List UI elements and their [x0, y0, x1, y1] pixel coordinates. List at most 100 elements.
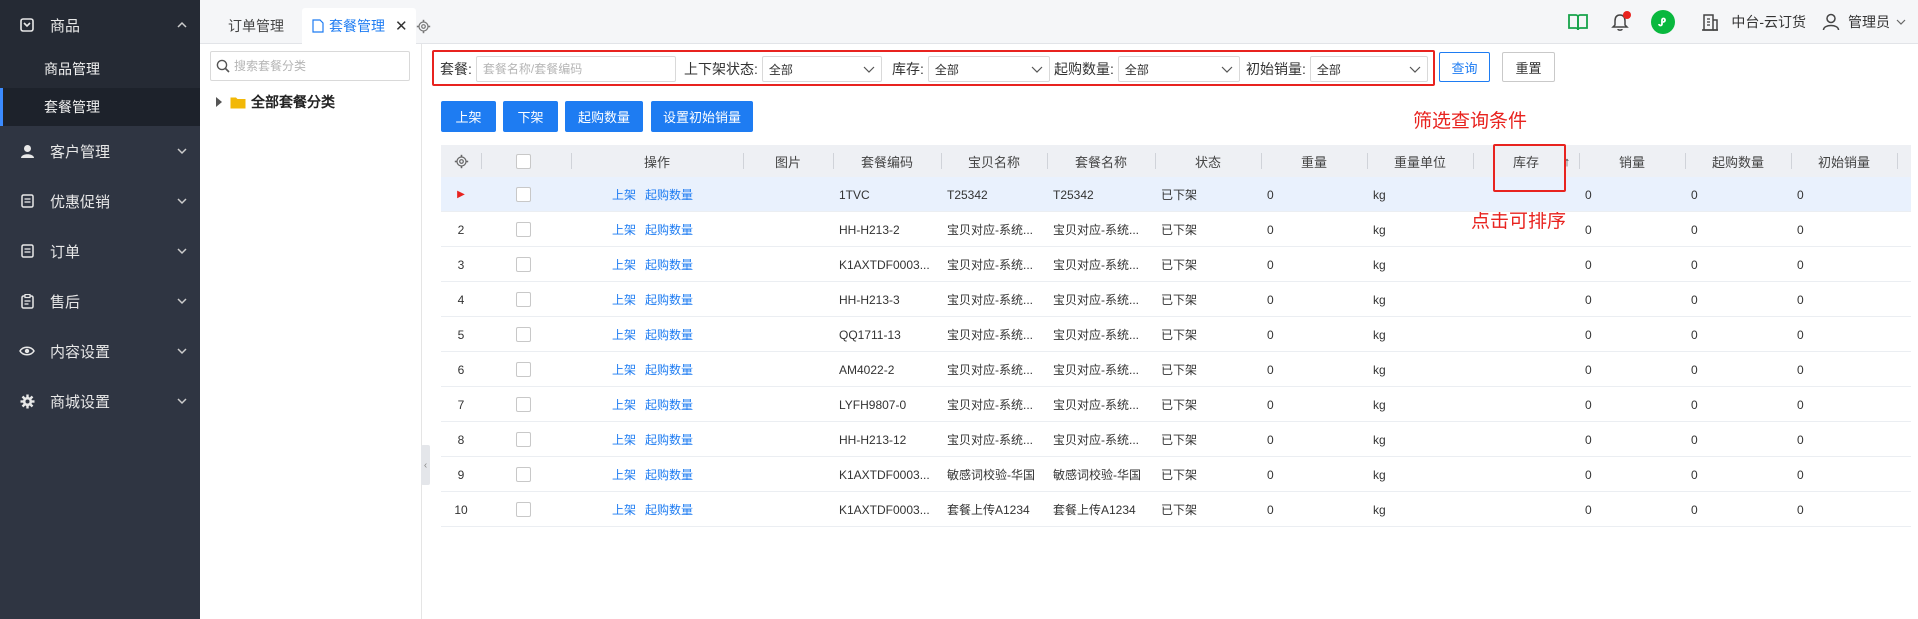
row-actions: 上架 起购数量 [571, 457, 743, 492]
table-row[interactable]: 3 上架 起购数量 K1AXTDF0003... 宝贝对应-系统... 宝贝对应-系统..… [441, 247, 1911, 282]
row-list-on-shelf-link[interactable]: 上架 [612, 221, 636, 238]
table-row[interactable]: 2 上架 起购数量 HH-H213-2 宝贝对应-系统... 宝贝对应-系统... 已下架 0… [441, 212, 1911, 247]
cell-unit: kg [1373, 292, 1386, 307]
cell-code: HH-H213-3 [839, 292, 900, 307]
reset-button[interactable]: 重置 [1502, 52, 1555, 82]
tree-node-all-categories[interactable]: 全部套餐分类 [216, 92, 335, 112]
package-search-field[interactable] [475, 56, 676, 82]
row-list-on-shelf-link[interactable]: 上架 [612, 326, 636, 343]
list-off-shelf-button[interactable]: 下架 [503, 101, 558, 132]
row-list-on-shelf-link[interactable]: 上架 [612, 291, 636, 308]
panel-collapse-handle[interactable]: ‹ [421, 445, 430, 485]
notification-bell-icon[interactable] [1611, 10, 1632, 32]
category-search-field[interactable] [210, 51, 410, 81]
column-header-initial-sales[interactable]: 初始销量 [1791, 145, 1897, 177]
column-header-sales[interactable]: 销量 [1579, 145, 1685, 177]
cell-min-qty: 0 [1691, 222, 1698, 237]
column-header-package-code[interactable]: 套餐编码 [833, 145, 941, 177]
list-on-shelf-button[interactable]: 上架 [441, 101, 496, 132]
row-min-qty-link[interactable]: 起购数量 [645, 221, 693, 238]
cell-init-sales: 0 [1797, 502, 1804, 517]
sidebar-group-mall-settings[interactable]: 商城设置 [0, 376, 200, 426]
row-checkbox-cell [481, 352, 565, 387]
row-min-qty-link[interactable]: 起购数量 [645, 186, 693, 203]
wechat-miniprogram-icon[interactable] [1651, 10, 1676, 34]
cell-item-name: 宝贝对应-系统... [947, 328, 1033, 342]
row-min-qty-link[interactable]: 起购数量 [645, 501, 693, 518]
table-row[interactable]: 7 上架 起购数量 LYFH9807-0 宝贝对应-系统... 宝贝对应-系统... 已下架… [441, 387, 1911, 422]
row-min-qty-link[interactable]: 起购数量 [645, 291, 693, 308]
table-row[interactable]: 5 上架 起购数量 QQ1711-13 宝贝对应-系统... 宝贝对应-系统... 已下架 0… [441, 317, 1911, 352]
sidebar-group-aftersale[interactable]: 售后 [0, 276, 200, 326]
set-initial-sales-button[interactable]: 设置初始销量 [651, 101, 753, 132]
row-checkbox[interactable] [515, 397, 531, 412]
status-select[interactable]: 全部 [761, 56, 882, 82]
row-checkbox[interactable] [515, 222, 531, 237]
row-min-qty-link[interactable]: 起购数量 [645, 431, 693, 448]
row-checkbox[interactable] [515, 362, 531, 377]
store-switch[interactable]: 中台-云订货 [1701, 12, 1806, 32]
column-header-weight[interactable]: 重量 [1261, 145, 1367, 177]
row-list-on-shelf-link[interactable]: 上架 [612, 501, 636, 518]
column-header-status[interactable]: 状态 [1155, 145, 1261, 177]
sidebar-item-package-management[interactable]: 套餐管理 [0, 88, 200, 126]
column-settings-icon[interactable] [441, 145, 481, 177]
select-all-checkbox-cell [481, 145, 565, 177]
column-header-weight-unit[interactable]: 重量单位 [1367, 145, 1473, 177]
tab-order-management[interactable]: 订单管理 [218, 8, 294, 44]
row-min-qty-link[interactable]: 起购数量 [645, 256, 693, 273]
table-row[interactable]: 6 上架 起购数量 AM4022-2 宝贝对应-系统... 宝贝对应-系统... 已下架 0 k… [441, 352, 1911, 387]
row-min-qty-link[interactable]: 起购数量 [645, 466, 693, 483]
row-list-on-shelf-link[interactable]: 上架 [612, 396, 636, 413]
min-qty-select[interactable]: 全部 [1117, 56, 1240, 82]
row-checkbox[interactable] [515, 502, 531, 517]
init-sales-select[interactable]: 全部 [1309, 56, 1428, 82]
sidebar-group-customers[interactable]: 客户管理 [0, 126, 200, 176]
row-index: 2 [457, 222, 465, 237]
table-row[interactable]: 10 上架 起购数量 K1AXTDF0003... 套餐上传A1234 套餐上传A1234… [441, 492, 1911, 527]
tree-node-label: 全部套餐分类 [251, 94, 335, 110]
row-checkbox[interactable] [515, 467, 531, 482]
row-checkbox[interactable] [515, 292, 531, 307]
sidebar-group-orders[interactable]: 订单 [0, 226, 200, 276]
sidebar-group-promotions[interactable]: 优惠促销 [0, 176, 200, 226]
sidebar-item-product-management[interactable]: 商品管理 [0, 50, 200, 88]
row-checkbox[interactable] [515, 327, 531, 342]
tab-package-management[interactable]: 套餐管理 ✕ [302, 8, 416, 44]
table-row[interactable]: ▶ 上架 起购数量 1TVC T25342 T25342 已下架 0 kg 0 0 0 [441, 177, 1911, 212]
category-search-input[interactable] [234, 59, 404, 73]
column-header-min-qty[interactable]: 起购数量 [1685, 145, 1791, 177]
column-header-package-name[interactable]: 套餐名称 [1047, 145, 1155, 177]
user-name: 管理员 [1848, 14, 1890, 30]
stock-select[interactable]: 全部 [927, 56, 1050, 82]
row-min-qty-link[interactable]: 起购数量 [645, 396, 693, 413]
row-list-on-shelf-link[interactable]: 上架 [612, 431, 636, 448]
row-list-on-shelf-link[interactable]: 上架 [612, 256, 636, 273]
row-checkbox[interactable] [515, 257, 531, 272]
cell-code: HH-H213-2 [839, 222, 900, 237]
close-icon[interactable]: ✕ [395, 17, 408, 35]
guide-book-icon[interactable] [1567, 12, 1589, 32]
package-search-input[interactable] [482, 62, 675, 76]
set-min-qty-button[interactable]: 起购数量 [565, 101, 643, 132]
row-list-on-shelf-link[interactable]: 上架 [612, 361, 636, 378]
cell-status: 已下架 [1161, 223, 1198, 237]
column-header-item-name[interactable]: 宝贝名称 [941, 145, 1047, 177]
table-row[interactable]: 9 上架 起购数量 K1AXTDF0003... 敏感词校验-华国 敏感词校验-华国 已下架… [441, 457, 1911, 492]
row-min-qty-link[interactable]: 起购数量 [645, 326, 693, 343]
sidebar-group-content[interactable]: 内容设置 [0, 326, 200, 376]
tab-settings-button[interactable] [408, 8, 439, 44]
row-list-on-shelf-link[interactable]: 上架 [612, 466, 636, 483]
row-min-qty-link[interactable]: 起购数量 [645, 361, 693, 378]
select-all-checkbox[interactable] [515, 153, 531, 169]
query-button[interactable]: 查询 [1439, 52, 1490, 82]
row-checkbox[interactable] [515, 432, 531, 447]
table-row[interactable]: 8 上架 起购数量 HH-H213-12 宝贝对应-系统... 宝贝对应-系统... 已下架… [441, 422, 1911, 457]
table-row[interactable]: 4 上架 起购数量 HH-H213-3 宝贝对应-系统... 宝贝对应-系统... 已下架 0… [441, 282, 1911, 317]
user-menu[interactable]: 管理员 [1822, 12, 1906, 32]
sidebar-group-product[interactable]: 商品 [0, 0, 200, 50]
row-checkbox[interactable] [515, 187, 531, 202]
row-list-on-shelf-link[interactable]: 上架 [612, 186, 636, 203]
row-image [743, 352, 833, 387]
expand-caret-icon[interactable] [216, 97, 222, 107]
